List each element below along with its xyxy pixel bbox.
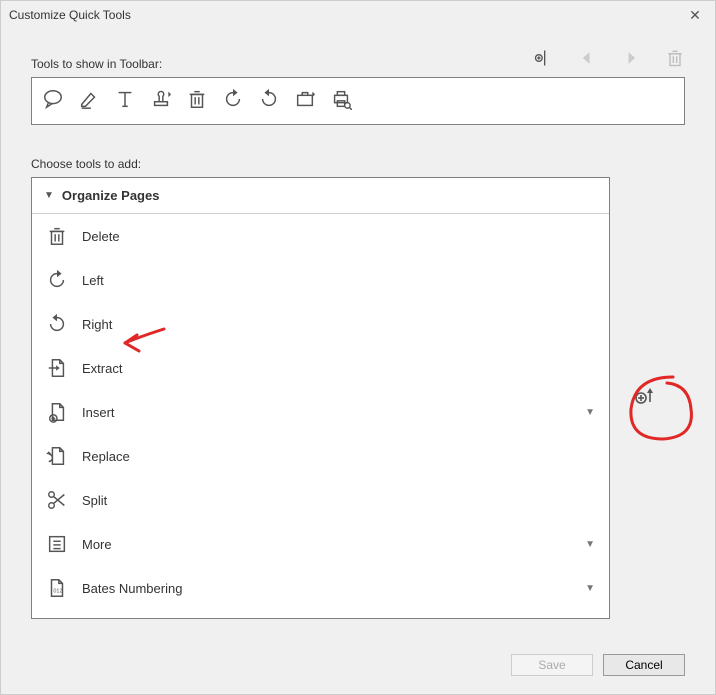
close-icon[interactable]: ✕ <box>683 7 707 24</box>
tool-item-left[interactable]: Left <box>32 258 609 302</box>
extract-icon <box>46 357 68 379</box>
chevron-down-icon: ▼ <box>585 583 595 594</box>
more-icon <box>46 533 68 555</box>
insert-icon <box>46 401 68 423</box>
comment-icon[interactable] <box>42 88 64 115</box>
tool-label: More <box>82 537 585 552</box>
tool-label: Extract <box>82 361 595 376</box>
window-title: Customize Quick Tools <box>9 8 683 22</box>
tool-item-insert[interactable]: Insert ▼ <box>32 390 609 434</box>
chevron-down-icon: ▼ <box>585 539 595 550</box>
tool-label: Split <box>82 493 595 508</box>
replace-icon <box>46 445 68 467</box>
trash-icon[interactable] <box>186 88 208 115</box>
choose-tools-label: Choose tools to add: <box>31 157 685 171</box>
divider-add-icon[interactable] <box>533 48 553 73</box>
tool-label: Replace <box>82 449 595 464</box>
arrow-left-icon[interactable] <box>577 48 597 73</box>
svg-text:012: 012 <box>53 589 62 595</box>
rotate-left-icon[interactable] <box>222 88 244 115</box>
arrow-right-icon[interactable] <box>621 48 641 73</box>
current-toolbar <box>31 77 685 125</box>
tool-label: Insert <box>82 405 585 420</box>
group-name: Organize Pages <box>62 188 160 203</box>
dialog-window: Customize Quick Tools ✕ Tools to show in… <box>0 0 716 695</box>
top-actions <box>533 48 685 73</box>
tool-label: Right <box>82 317 595 332</box>
trash-icon <box>46 225 68 247</box>
rotate-left-icon <box>46 269 68 291</box>
chevron-down-icon: ▼ <box>585 407 595 418</box>
tool-item-bates[interactable]: 012 Bates Numbering ▼ <box>32 566 609 610</box>
tools-to-show-label: Tools to show in Toolbar: <box>31 57 162 73</box>
briefcase-icon[interactable] <box>294 88 316 115</box>
tool-label: Bates Numbering <box>82 581 585 596</box>
titlebar: Customize Quick Tools ✕ <box>1 1 715 29</box>
tool-label: Delete <box>82 229 595 244</box>
highlight-icon[interactable] <box>78 88 100 115</box>
stamp-icon[interactable] <box>150 88 172 115</box>
tool-item-split[interactable]: Split <box>32 478 609 522</box>
rotate-right-icon[interactable] <box>258 88 280 115</box>
tool-item-replace[interactable]: Replace <box>32 434 609 478</box>
tool-item-right[interactable]: Right <box>32 302 609 346</box>
add-up-icon[interactable] <box>633 384 657 413</box>
tools-list[interactable]: ▼ Organize Pages Delete Left Right <box>31 177 610 619</box>
tool-item-extract[interactable]: Extract <box>32 346 609 390</box>
trash-icon[interactable] <box>665 48 685 73</box>
print-search-icon[interactable] <box>330 88 352 115</box>
save-button[interactable]: Save <box>511 654 593 676</box>
rotate-right-icon <box>46 313 68 335</box>
split-icon <box>46 489 68 511</box>
tool-item-more[interactable]: More ▼ <box>32 522 609 566</box>
bates-icon: 012 <box>46 577 68 599</box>
cancel-button[interactable]: Cancel <box>603 654 685 676</box>
group-header-organize-pages[interactable]: ▼ Organize Pages <box>32 178 609 214</box>
tool-item-delete[interactable]: Delete <box>32 214 609 258</box>
collapse-icon: ▼ <box>44 190 54 201</box>
text-icon[interactable] <box>114 88 136 115</box>
tool-label: Left <box>82 273 595 288</box>
